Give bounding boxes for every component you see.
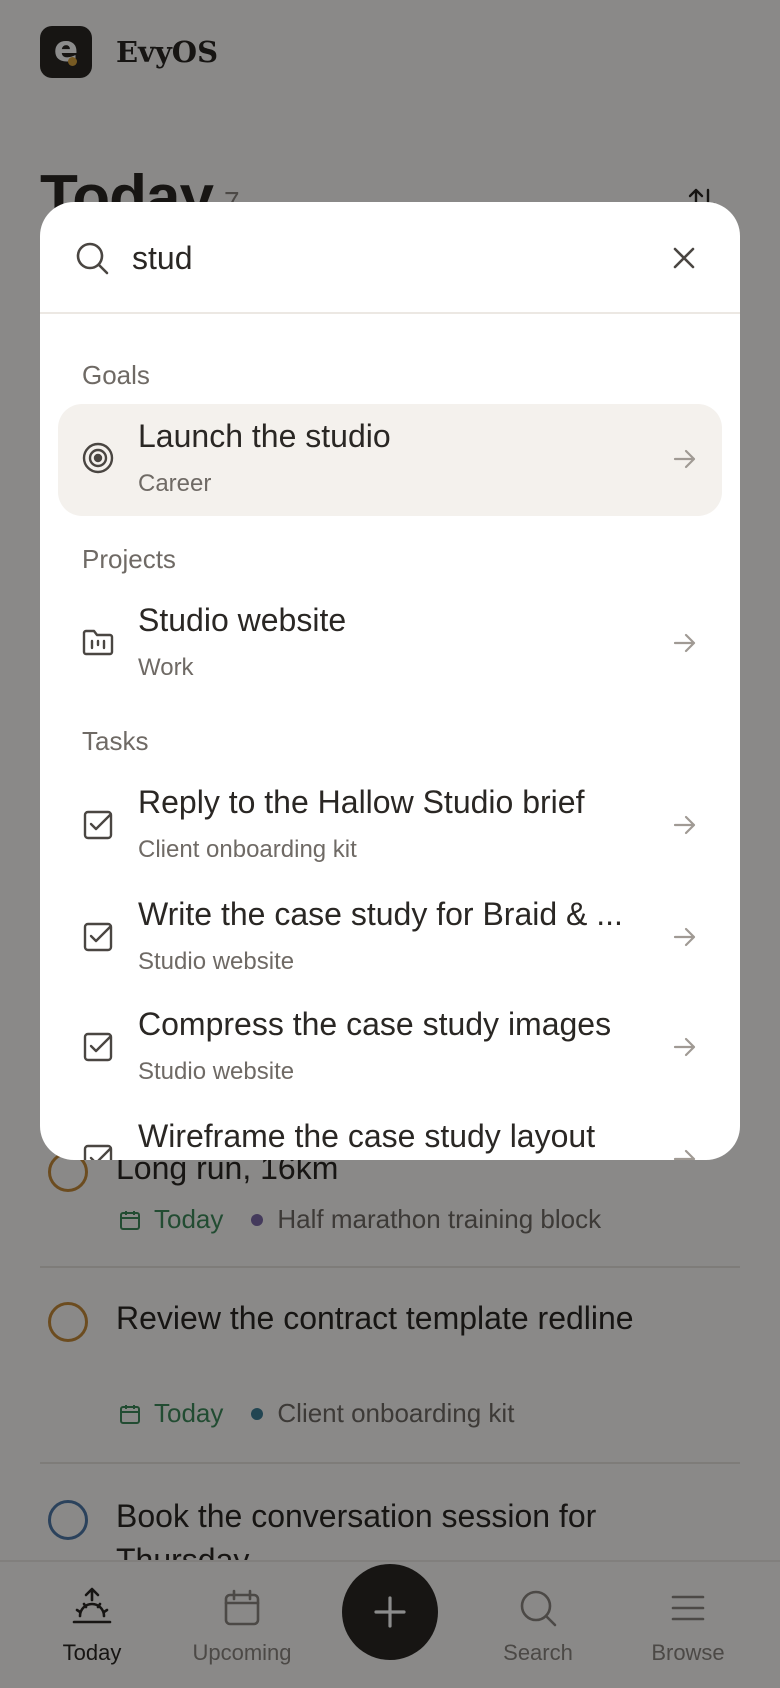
- result-title: Reply to the Hallow Studio brief: [138, 784, 585, 820]
- search-result-task[interactable]: Reply to the Hallow Studio brief Client …: [58, 770, 722, 882]
- section-label-goals: Goals: [82, 360, 150, 390]
- clear-search-button[interactable]: [666, 240, 702, 276]
- close-icon: [673, 247, 695, 269]
- result-subtitle: Work: [138, 654, 194, 681]
- result-subtitle: Studio website: [138, 1058, 295, 1085]
- section-label-projects: Projects: [82, 544, 176, 574]
- result-subtitle: Studio website: [138, 948, 295, 975]
- checkbox-icon: [83, 922, 113, 952]
- result-title: Studio website: [138, 602, 347, 638]
- checkbox-icon: [83, 810, 113, 840]
- checkbox-icon: [83, 1032, 113, 1062]
- section-label-tasks: Tasks: [82, 726, 149, 756]
- search-input[interactable]: [132, 230, 632, 286]
- search-result-task[interactable]: Compress the case study images Studio we…: [58, 992, 722, 1104]
- arrow-right-icon: [673, 633, 696, 653]
- search-result-task[interactable]: Write the case study for Braid & ... Stu…: [58, 882, 722, 994]
- result-title: Wireframe the case study layout: [138, 1118, 596, 1154]
- search-modal: Goals Launch the studio Career Projects …: [40, 202, 740, 1160]
- result-title: Compress the case study images: [138, 1006, 612, 1042]
- checkbox-icon: [83, 1144, 113, 1160]
- target-icon: [82, 442, 114, 474]
- result-subtitle: Career: [138, 470, 212, 497]
- search-bar: [40, 202, 740, 314]
- search-result-goal[interactable]: Launch the studio Career: [58, 404, 722, 516]
- arrow-right-icon: [673, 927, 696, 947]
- search-result-project[interactable]: Studio website Work: [58, 588, 722, 700]
- folder-icon: [82, 629, 114, 656]
- search-result-task[interactable]: Wireframe the case study layout: [58, 1104, 722, 1160]
- search-icon: [76, 242, 109, 275]
- result-title: Write the case study for Braid & ...: [138, 896, 623, 932]
- result-title: Launch the studio: [138, 418, 391, 454]
- arrow-right-icon: [673, 449, 696, 469]
- arrow-right-icon: [673, 815, 696, 835]
- result-subtitle: Client onboarding kit: [138, 836, 357, 863]
- arrow-right-icon: [673, 1149, 696, 1160]
- arrow-right-icon: [673, 1037, 696, 1057]
